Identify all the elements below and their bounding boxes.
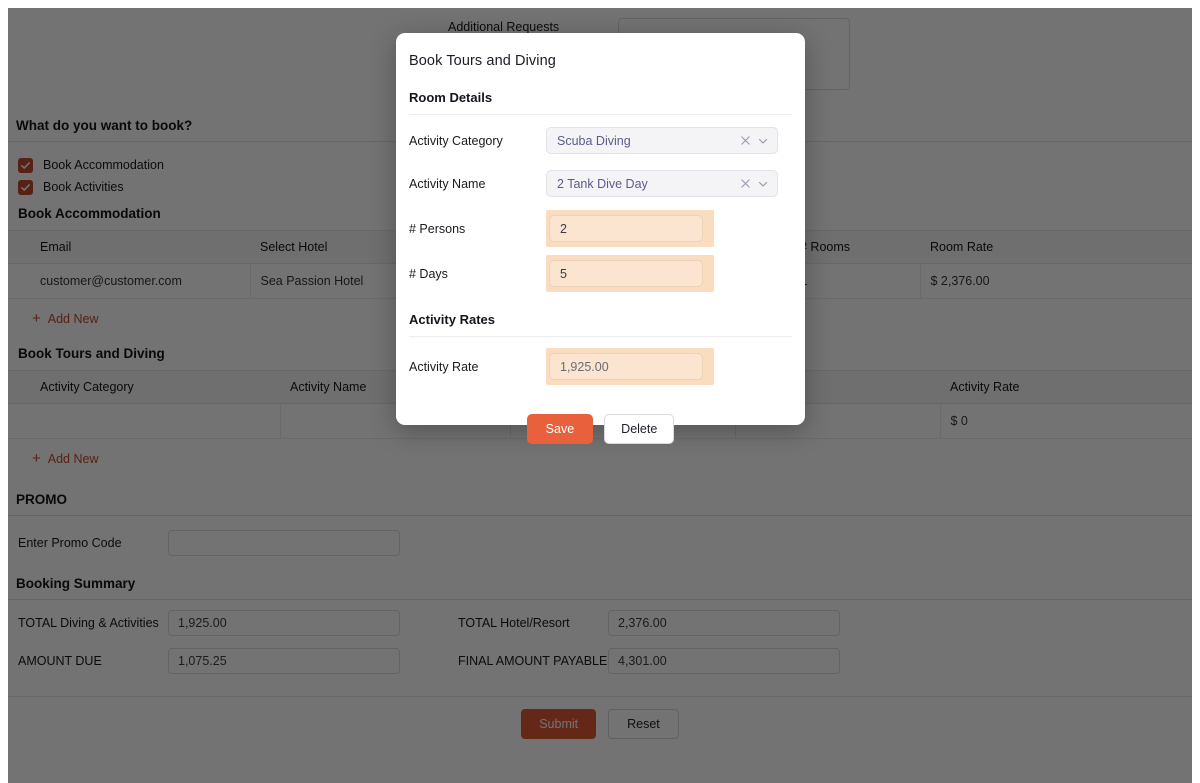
days-field-highlight: 5 [546,255,714,292]
reset-button[interactable]: Reset [608,709,679,739]
summary-value-final-amount: 4,301.00 [608,648,840,674]
activity-name-value: 2 Tank Dive Day [557,177,734,191]
cell-blank [8,404,30,439]
column-header-blank [8,371,30,404]
column-header-blank [8,231,30,264]
booking-summary-heading: Booking Summary [8,576,1192,599]
dialog-title: Book Tours and Diving [396,33,805,69]
promo-code-input[interactable] [168,530,400,556]
dialog-action-bar: Save Delete [396,393,805,444]
promo-section: PROMO Enter Promo Code [8,478,1192,562]
activity-category-label: Activity Category [409,134,546,148]
booking-summary-section: Booking Summary TOTAL Diving & Activitie… [8,562,1192,680]
dialog-row-days: # Days 5 [396,255,805,300]
chevron-down-icon[interactable] [757,178,769,190]
additional-requests-label: Additional Requests [448,18,618,34]
persons-field-highlight: 2 [546,210,714,247]
form-action-bar: Submit Reset [8,696,1192,751]
plus-icon: + [32,451,41,466]
days-input[interactable]: 5 [549,260,703,287]
summary-label: FINAL AMOUNT PAYABLE [448,654,608,668]
summary-row-total-diving: TOTAL Diving & Activities 1,925.00 [8,604,448,642]
column-header-activity-rate: Activity Rate [940,371,1192,404]
dialog-section-activity-rates: Activity Rates [396,300,805,336]
summary-label: AMOUNT DUE [8,654,168,668]
cell-email[interactable]: customer@customer.com [30,264,250,299]
activity-rate-field-highlight: 1,925.00 [546,348,714,385]
submit-button[interactable]: Submit [521,709,596,739]
column-header-email: Email [30,231,250,264]
booking-summary-grid: TOTAL Diving & Activities 1,925.00 TOTAL… [8,600,1192,680]
activity-category-select[interactable]: Scuba Diving [546,127,778,154]
summary-row-total-hotel: TOTAL Hotel/Resort 2,376.00 [448,604,888,642]
dialog-section-room-details: Room Details [396,69,805,114]
dialog-row-activity-category: Activity Category Scuba Diving [396,115,805,162]
summary-row-amount-due: AMOUNT DUE 1,075.25 [8,642,448,680]
activity-rate-label: Activity Rate [409,360,546,374]
checkbox-label: Book Activities [43,180,124,194]
clear-icon[interactable] [740,135,751,146]
cell-activity-category[interactable] [30,404,280,439]
summary-value-amount-due: 1,075.25 [168,648,400,674]
summary-label: TOTAL Diving & Activities [8,616,168,630]
dialog-row-activity-rate: Activity Rate 1,925.00 [396,337,805,393]
summary-value-total-diving: 1,925.00 [168,610,400,636]
promo-code-row: Enter Promo Code [8,516,1192,562]
column-header-room-rate: Room Rate [920,231,1192,264]
persons-input[interactable]: 2 [549,215,703,242]
add-new-label: Add New [48,312,99,326]
add-new-label: Add New [48,452,99,466]
cell-room-rate: $ 2,376.00 [920,264,1192,299]
clear-icon[interactable] [740,178,751,189]
activity-category-value: Scuba Diving [557,134,734,148]
activity-name-select[interactable]: 2 Tank Dive Day [546,170,778,197]
summary-value-total-hotel: 2,376.00 [608,610,840,636]
activity-name-label: Activity Name [409,177,546,191]
summary-label: TOTAL Hotel/Resort [448,616,608,630]
dialog-row-persons: # Persons 2 [396,205,805,255]
plus-icon: + [32,311,41,326]
summary-row-final-amount: FINAL AMOUNT PAYABLE 4,301.00 [448,642,888,680]
checkbox-label: Book Accommodation [43,158,164,172]
delete-button[interactable]: Delete [604,414,674,444]
column-header-num-rooms: # Rooms [790,231,920,264]
cell-num-rooms[interactable]: 1 [790,264,920,299]
promo-code-label: Enter Promo Code [8,536,168,550]
book-tours-and-diving-dialog: Book Tours and Diving Room Details Activ… [396,33,805,425]
activity-rate-input[interactable]: 1,925.00 [549,353,703,380]
chevron-down-icon[interactable] [757,135,769,147]
cell-activity-rate: $ 0 [940,404,1192,439]
save-button[interactable]: Save [527,414,594,444]
app-root: Additional Requests What do you want to … [0,0,1200,783]
add-new-accommodation-button[interactable]: + Add New [8,299,99,338]
promo-heading: PROMO [8,492,1192,515]
column-header-activity-category: Activity Category [30,371,280,404]
days-label: # Days [409,267,546,281]
add-new-activity-button[interactable]: + Add New [8,439,99,478]
dialog-row-activity-name: Activity Name 2 Tank Dive Day [396,162,805,205]
checkbox-checked-icon [18,158,33,173]
checkbox-checked-icon [18,180,33,195]
cell-blank [8,264,30,299]
persons-label: # Persons [409,222,546,236]
